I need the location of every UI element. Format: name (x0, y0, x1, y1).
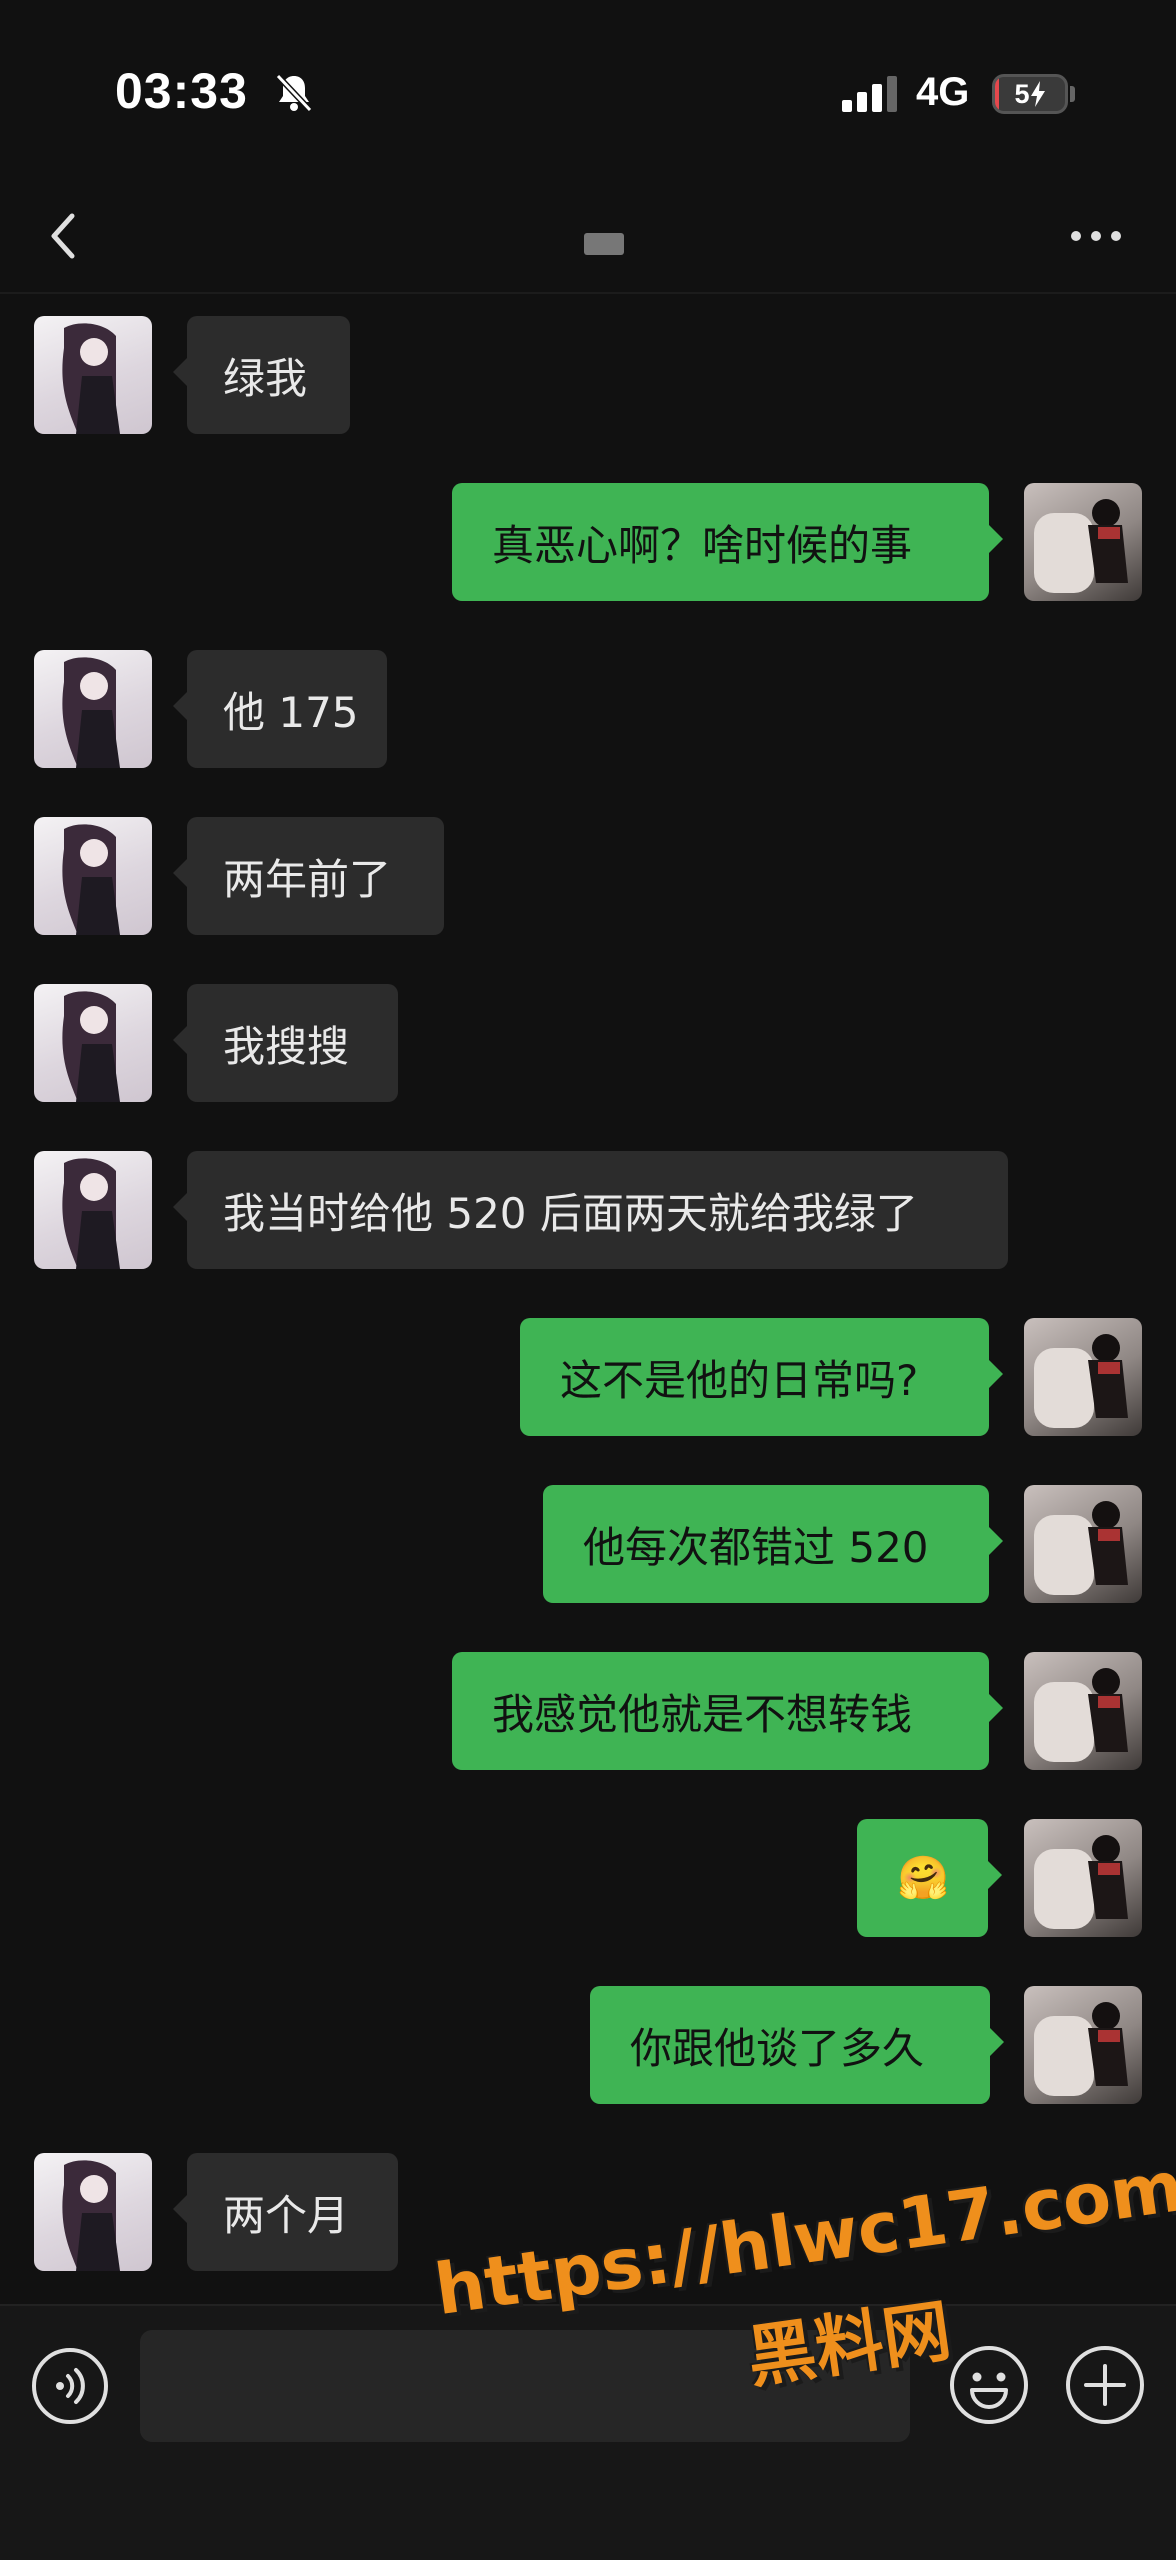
incoming-message-bubble[interactable]: 两个月 (173, 2153, 398, 2271)
signal-icon (842, 76, 897, 112)
outgoing-message-bubble[interactable]: 你跟他谈了多久 (590, 1986, 1004, 2104)
incoming-message-bubble[interactable]: 他 175 (173, 650, 387, 768)
my-avatar[interactable] (1024, 1485, 1142, 1603)
message-text: 🤗 (897, 1853, 950, 1902)
contact-avatar[interactable] (34, 817, 152, 935)
incoming-message-bubble[interactable]: 我搜搜 (173, 984, 398, 1102)
status-time: 03:33 (115, 63, 248, 119)
battery-tip (1070, 86, 1075, 102)
smile-icon[interactable] (948, 2344, 1030, 2426)
outgoing-message-bubble[interactable]: 我感觉他就是不想转钱 (452, 1652, 1003, 1770)
voice-icon[interactable] (30, 2346, 110, 2426)
incoming-message-bubble[interactable]: 我当时给他 520 后面两天就给我绿了 (173, 1151, 1008, 1269)
message-text: 我感觉他就是不想转钱 (492, 1689, 913, 1739)
plus-icon[interactable] (1064, 2344, 1146, 2426)
message-text: 两年前了 (223, 854, 392, 904)
incoming-message-bubble[interactable]: 绿我 (173, 316, 350, 434)
contact-avatar[interactable] (34, 650, 152, 768)
my-avatar[interactable] (1024, 1652, 1142, 1770)
outgoing-message-bubble[interactable]: 这不是他的日常吗? (520, 1318, 1003, 1436)
message-text: 真恶心啊？啥时候的事 (492, 520, 913, 570)
contact-avatar[interactable] (34, 1151, 152, 1269)
message-text: 我搜搜 (223, 1021, 350, 1071)
battery-level: 5 (1014, 78, 1030, 109)
message-text: 这不是他的日常吗? (560, 1355, 919, 1405)
chat-title-redacted (584, 233, 624, 255)
input-bar (0, 2304, 1176, 2560)
message-text: 他 175 (223, 687, 359, 737)
message-text: 他每次都错过 520 (583, 1522, 929, 1572)
outgoing-message-bubble[interactable]: 他每次都错过 520 (543, 1485, 1003, 1603)
status-bar: 03:33 4G 5 (0, 0, 1176, 190)
outgoing-message-bubble[interactable]: 🤗 (857, 1819, 1002, 1937)
message-text: 两个月 (223, 2190, 350, 2240)
chevron-left-icon[interactable] (40, 204, 90, 268)
more-icon[interactable] (1068, 224, 1124, 248)
my-avatar[interactable] (1024, 1318, 1142, 1436)
battery-indicator: 5 (992, 74, 1068, 114)
message-text: 绿我 (223, 353, 308, 403)
outgoing-message-bubble[interactable]: 真恶心啊？啥时候的事 (452, 483, 1003, 601)
contact-avatar[interactable] (34, 2153, 152, 2271)
incoming-message-bubble[interactable]: 两年前了 (173, 817, 444, 935)
my-avatar[interactable] (1024, 1986, 1142, 2104)
bell-slash-icon (275, 73, 313, 113)
my-avatar[interactable] (1024, 483, 1142, 601)
chat-header (0, 190, 1176, 294)
message-input[interactable] (140, 2330, 910, 2442)
my-avatar[interactable] (1024, 1819, 1142, 1937)
charging-bolt-icon (1030, 81, 1045, 107)
network-type: 4G (916, 70, 970, 114)
message-text: 我当时给他 520 后面两天就给我绿了 (223, 1188, 918, 1238)
message-text: 你跟他谈了多久 (630, 2023, 925, 2073)
contact-avatar[interactable] (34, 984, 152, 1102)
contact-avatar[interactable] (34, 316, 152, 434)
